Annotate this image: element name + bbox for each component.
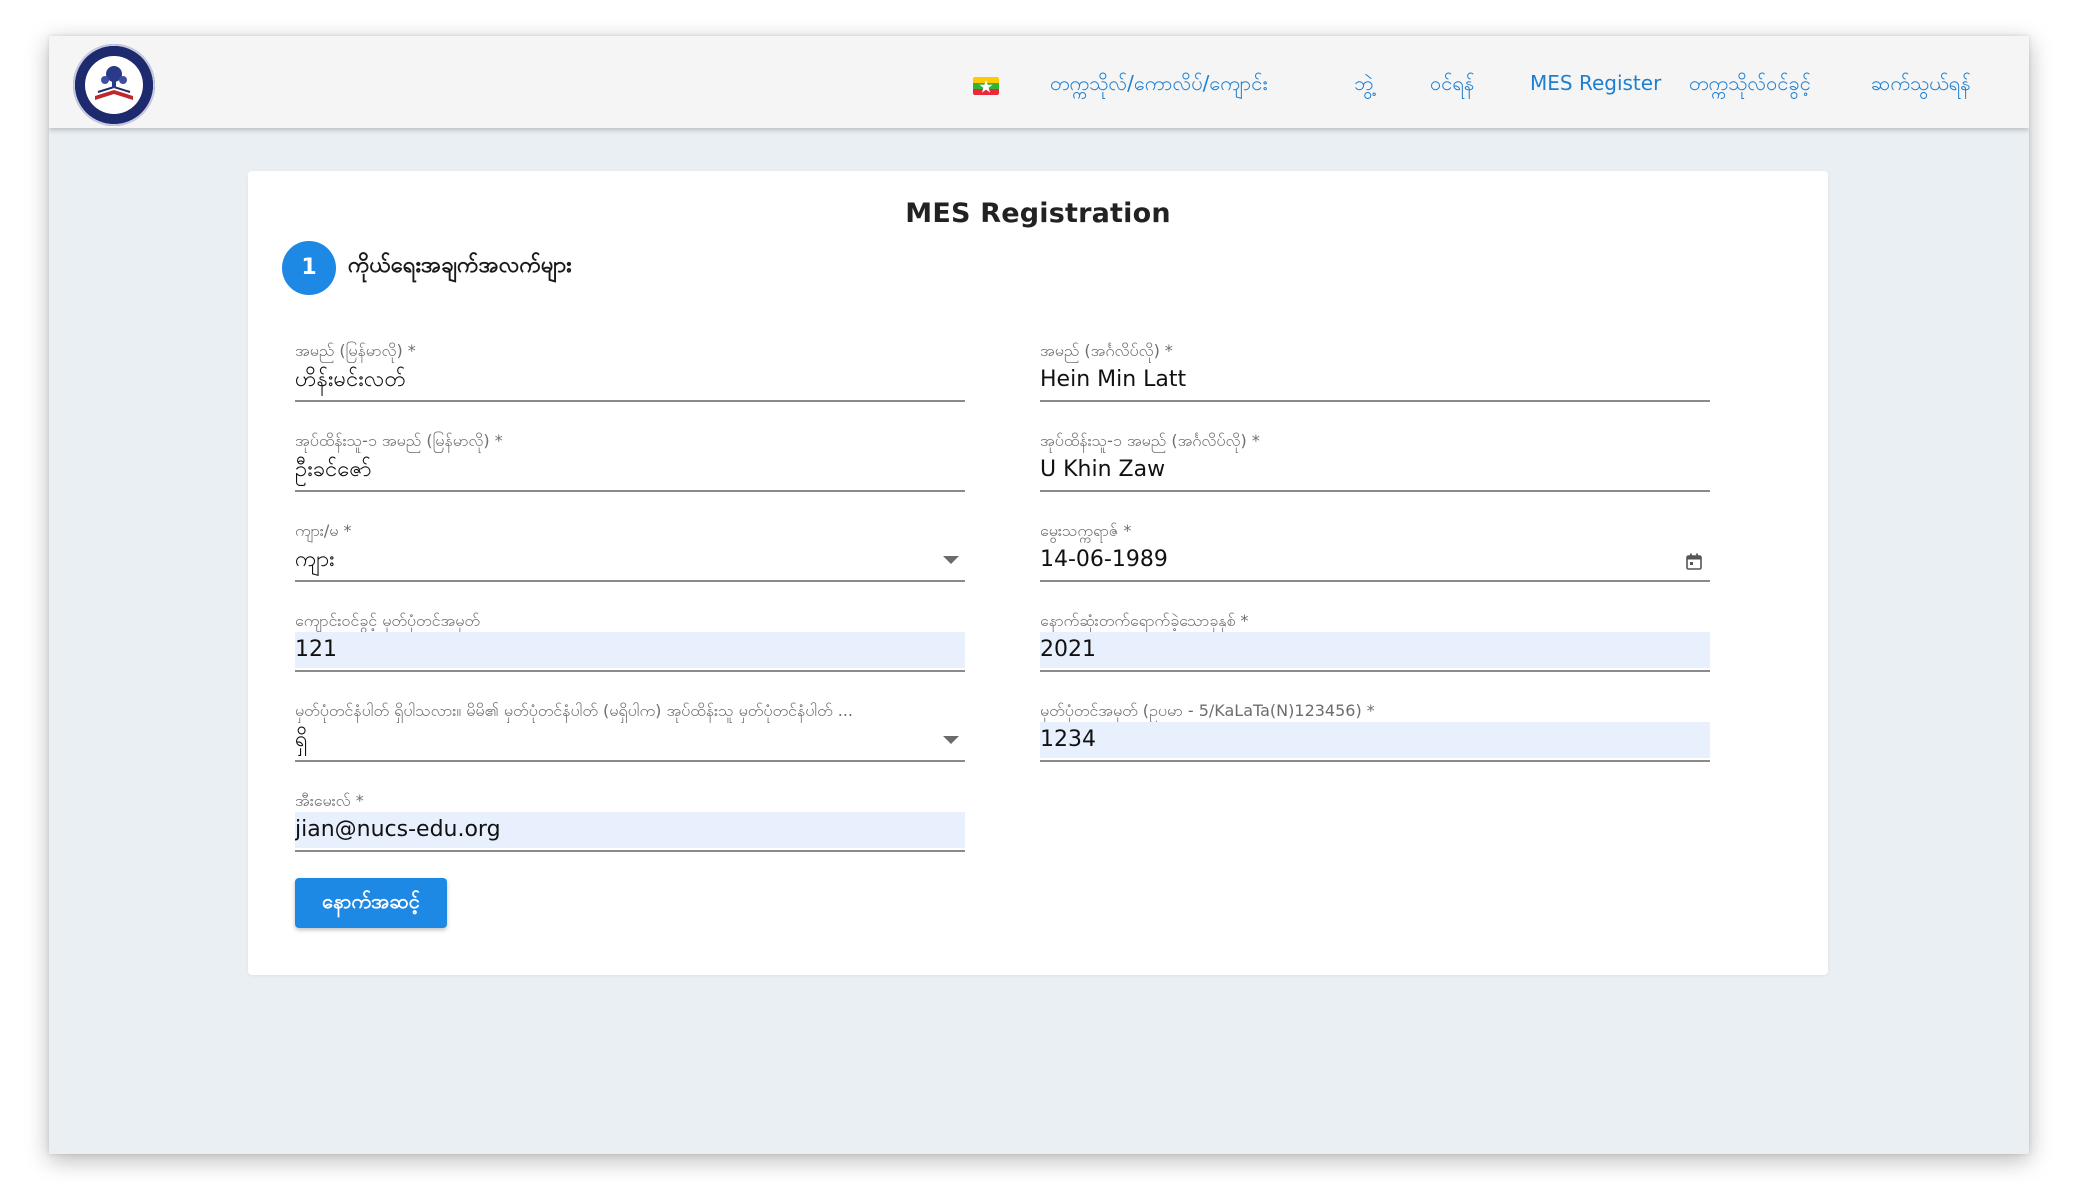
field-name-mm[interactable]: အမည် (မြန်မာလို) * ဟိန်းမင်းလတ် [295,340,965,410]
field-label: နောက်ဆုံးတက်ရောက်ခဲ့သောခုနှစ် * [1040,611,1249,630]
field-underline [1040,760,1710,762]
nav-link-degrees[interactable]: ဘွဲ့ [1354,66,1373,100]
step-number-badge: 1 [282,241,336,295]
field-underline [1040,490,1710,492]
field-label: ကျား/မ * [295,521,352,540]
field-underline [1040,580,1710,582]
field-nrc-no[interactable]: မှတ်ပုံတင်အမှတ် (ဥပမာ - 5/KaLaTa(N)12345… [1040,700,1710,770]
field-label: အီးမေးလ် * [295,791,364,810]
field-name-en[interactable]: အမည် (အင်္ဂလိပ်လို) * Hein Min Latt [1040,340,1710,410]
name-mm-input[interactable]: ဟိန်းမင်းလတ် [295,362,965,398]
field-nrc-has[interactable]: မှတ်ပုံတင်နံပါတ် ရှိပါသလား။ မိမိ၏ မှတ်ပု… [295,700,965,770]
nav-link-admission[interactable]: ဝင်ရန် [1430,66,1474,100]
field-label: အမည် (မြန်မာလို) * [295,341,416,360]
field-underline [1040,400,1710,402]
passed-year-input[interactable]: 2021 [1040,632,1710,668]
field-label: အမည် (အင်္ဂလိပ်လို) * [1040,341,1173,360]
nav-link-university-entrance[interactable]: တက္ကသိုလ်ဝင်ခွင့် [1689,66,1811,100]
field-underline [295,580,965,582]
field-underline [295,490,965,492]
registration-card: MES Registration 1 ကိုယ်ရေးအချက်အလက်များ… [248,171,1828,975]
nav-link-mes-register[interactable]: MES Register [1530,66,1661,100]
field-label: မှတ်ပုံတင်အမှတ် (ဥပမာ - 5/KaLaTa(N)12345… [1040,701,1375,720]
field-email[interactable]: အီးမေးလ် * jian@nucs-edu.org [295,790,965,860]
nrc-has-select[interactable]: ရှိ [295,722,965,758]
university-logo[interactable] [73,44,155,126]
field-father-mm[interactable]: အုပ်ထိန်းသူ-၁ အမည် (မြန်မာလို) * ဦးခင်ဇေ… [295,430,965,500]
gender-select[interactable]: ကျား [295,542,965,578]
field-label: ကျောင်းဝင်ခွင့် မှတ်ပုံတင်အမှတ် [295,611,480,630]
field-underline [295,760,965,762]
roll-no-input[interactable]: 121 [295,632,965,668]
field-underline [295,850,965,852]
field-label: မှတ်ပုံတင်နံပါတ် ရှိပါသလား။ မိမိ၏ မှတ်ပု… [295,701,854,720]
father-mm-input[interactable]: ဦးခင်ဇော် [295,452,965,488]
dob-input[interactable]: 14-06-1989 [1040,542,1710,578]
page-title: MES Registration [905,198,1171,229]
father-en-input[interactable]: U Khin Zaw [1040,452,1710,488]
nrc-no-input[interactable]: 1234 [1040,722,1710,758]
calendar-icon[interactable] [1686,553,1702,570]
top-navbar: တက္ကသိုလ်/ကောလိပ်/ကျောင်း ဘွဲ့ ဝင်ရန် ME… [49,36,2029,128]
field-label: အုပ်ထိန်းသူ-၁ အမည် (အင်္ဂလိပ်လို) * [1040,431,1260,450]
next-step-button[interactable]: နောက်အဆင့် [295,878,447,928]
myanmar-flag-icon[interactable] [973,77,999,95]
dropdown-caret-icon[interactable] [943,556,959,564]
field-father-en[interactable]: အုပ်ထိန်းသူ-၁ အမည် (အင်္ဂလိပ်လို) * U Kh… [1040,430,1710,500]
browser-window: တက္ကသိုလ်/ကောလိပ်/ကျောင်း ဘွဲ့ ဝင်ရန် ME… [49,36,2029,1154]
dropdown-caret-icon[interactable] [943,736,959,744]
nav-link-contact[interactable]: ဆက်သွယ်ရန် [1871,66,1971,100]
field-underline [295,670,965,672]
field-dob[interactable]: မွေးသက္ကရာဇ် * 14-06-1989 [1040,520,1710,590]
field-passed-year[interactable]: နောက်ဆုံးတက်ရောက်ခဲ့သောခုနှစ် * 2021 [1040,610,1710,680]
name-en-input[interactable]: Hein Min Latt [1040,362,1710,398]
field-label: မွေးသက္ကရာဇ် * [1040,521,1132,540]
field-gender[interactable]: ကျား/မ * ကျား [295,520,965,590]
field-underline [1040,670,1710,672]
field-label: အုပ်ထိန်းသူ-၁ အမည် (မြန်မာလို) * [295,431,503,450]
nav-link-universities[interactable]: တက္ကသိုလ်/ကောလိပ်/ကျောင်း [1050,66,1267,100]
field-roll-no[interactable]: ကျောင်းဝင်ခွင့် မှတ်ပုံတင်အမှတ် 121 [295,610,965,680]
email-input[interactable]: jian@nucs-edu.org [295,812,965,848]
field-underline [295,400,965,402]
step-label: ကိုယ်ရေးအချက်အလက်များ [348,253,572,278]
